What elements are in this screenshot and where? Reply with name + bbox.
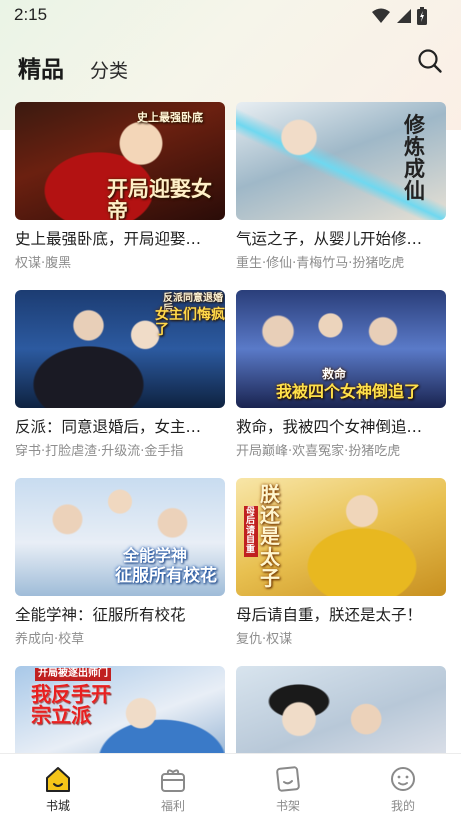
cover-title: 修炼成仙 [404,112,425,204]
bookshelf-icon [276,766,300,792]
book-cover[interactable] [236,666,446,753]
top-header: 精品 分类 [0,40,461,90]
cover-title: 我被四个女神倒追了 [276,382,421,401]
bookstore-icon [46,767,70,792]
book-tags: 养成向·校草 [15,632,85,647]
cover-subtitle: 救命 [322,367,347,381]
nav-label: 书架 [275,799,300,813]
bottom-nav: 书城 福利 书架 我的 [0,753,461,820]
profile-icon [391,767,415,791]
cover-title: 女主们悔疯了 [155,307,225,338]
nav-item-bookstore[interactable]: 书城 [18,764,98,814]
book-card[interactable] [236,666,446,753]
book-title: 母后请自重，朕还是太子！ [236,606,423,624]
nav-label: 福利 [160,799,185,813]
book-card[interactable]: 反派同意退婚后 女主们悔疯了 反派：同意退婚后，女主… 穿书·打脸虐渣·升级流·… [15,290,225,459]
book-card[interactable]: 全能学神 征服所有校花 全能学神：征服所有校花 养成向·校草 [15,478,225,647]
book-title: 气运之子，从婴儿开始修… [236,230,423,248]
nav-item-welfare[interactable]: 福利 [133,764,213,814]
book-title: 反派：同意退婚后，女主… [15,418,202,436]
book-card[interactable]: 开局被逐出师门 我反手开宗立派 [15,666,225,753]
book-cover[interactable]: 救命 我被四个女神倒追了 [236,290,446,408]
search-icon[interactable] [417,48,443,74]
book-card[interactable]: 母后请自重 朕还是太子 母后请自重，朕还是太子！ 复仇·权谋 [236,478,446,647]
status-time: 2:15 [14,5,48,24]
tab-category[interactable]: 分类 [90,56,128,83]
book-cover[interactable]: 母后请自重 朕还是太子 [236,478,446,596]
book-card[interactable]: 修炼成仙 气运之子，从婴儿开始修… 重生·修仙·青梅竹马·扮猪吃虎 [236,102,446,271]
gift-icon [161,769,185,792]
nav-label: 书城 [45,799,70,813]
tab-featured[interactable]: 精品 [18,50,64,84]
book-tags: 权谋·腹黑 [15,256,72,271]
book-cover[interactable]: 开局被逐出师门 我反手开宗立派 [15,666,225,753]
book-cover[interactable]: 修炼成仙 [236,102,446,220]
nav-label: 我的 [390,799,415,813]
book-tags: 重生·修仙·青梅竹马·扮猪吃虎 [236,256,405,271]
status-icons [371,7,427,25]
book-title: 救命，我被四个女神倒追… [236,418,423,436]
wifi-icon [372,8,390,23]
book-cover[interactable]: 反派同意退婚后 女主们悔疯了 [15,290,225,408]
cover-title: 朕还是太子 [260,482,280,590]
book-cover[interactable]: 全能学神 征服所有校花 [15,478,225,596]
book-tags: 穿书·打脸虐渣·升级流·金手指 [15,444,184,459]
signal-icon [397,9,411,23]
nav-item-bookshelf[interactable]: 书架 [248,764,328,814]
status-bar: 2:15 [0,0,461,32]
cover-subtitle: 全能学神 [123,546,188,565]
cover-title: 征服所有校花 [115,566,217,586]
cover-subtitle: 母后请自重 [244,506,258,558]
book-tags: 复仇·权谋 [236,632,293,647]
nav-item-mine[interactable]: 我的 [363,764,443,814]
book-cover[interactable]: 史上最强卧底 开局迎娶女帝 [15,102,225,220]
book-title: 全能学神：征服所有校花 [15,606,186,624]
cover-title: 开局迎娶女帝 [107,176,212,220]
cover-subtitle: 史上最强卧底 [137,111,203,124]
cover-subtitle: 开局被逐出师门 [35,668,111,681]
book-title: 史上最强卧底，开局迎娶… [15,230,202,248]
book-tags: 开局巅峰·欢喜冤家·扮猪吃虎 [236,444,401,459]
book-card[interactable]: 救命 我被四个女神倒追了 救命，我被四个女神倒追… 开局巅峰·欢喜冤家·扮猪吃虎 [236,290,446,459]
battery-icon [417,7,427,25]
cover-title: 我反手开宗立派 [31,682,111,727]
book-grid: 史上最强卧底 开局迎娶女帝 史上最强卧底，开局迎娶… 权谋·腹黑 修炼成仙 气运… [0,102,461,753]
book-card[interactable]: 史上最强卧底 开局迎娶女帝 史上最强卧底，开局迎娶… 权谋·腹黑 [15,102,225,271]
